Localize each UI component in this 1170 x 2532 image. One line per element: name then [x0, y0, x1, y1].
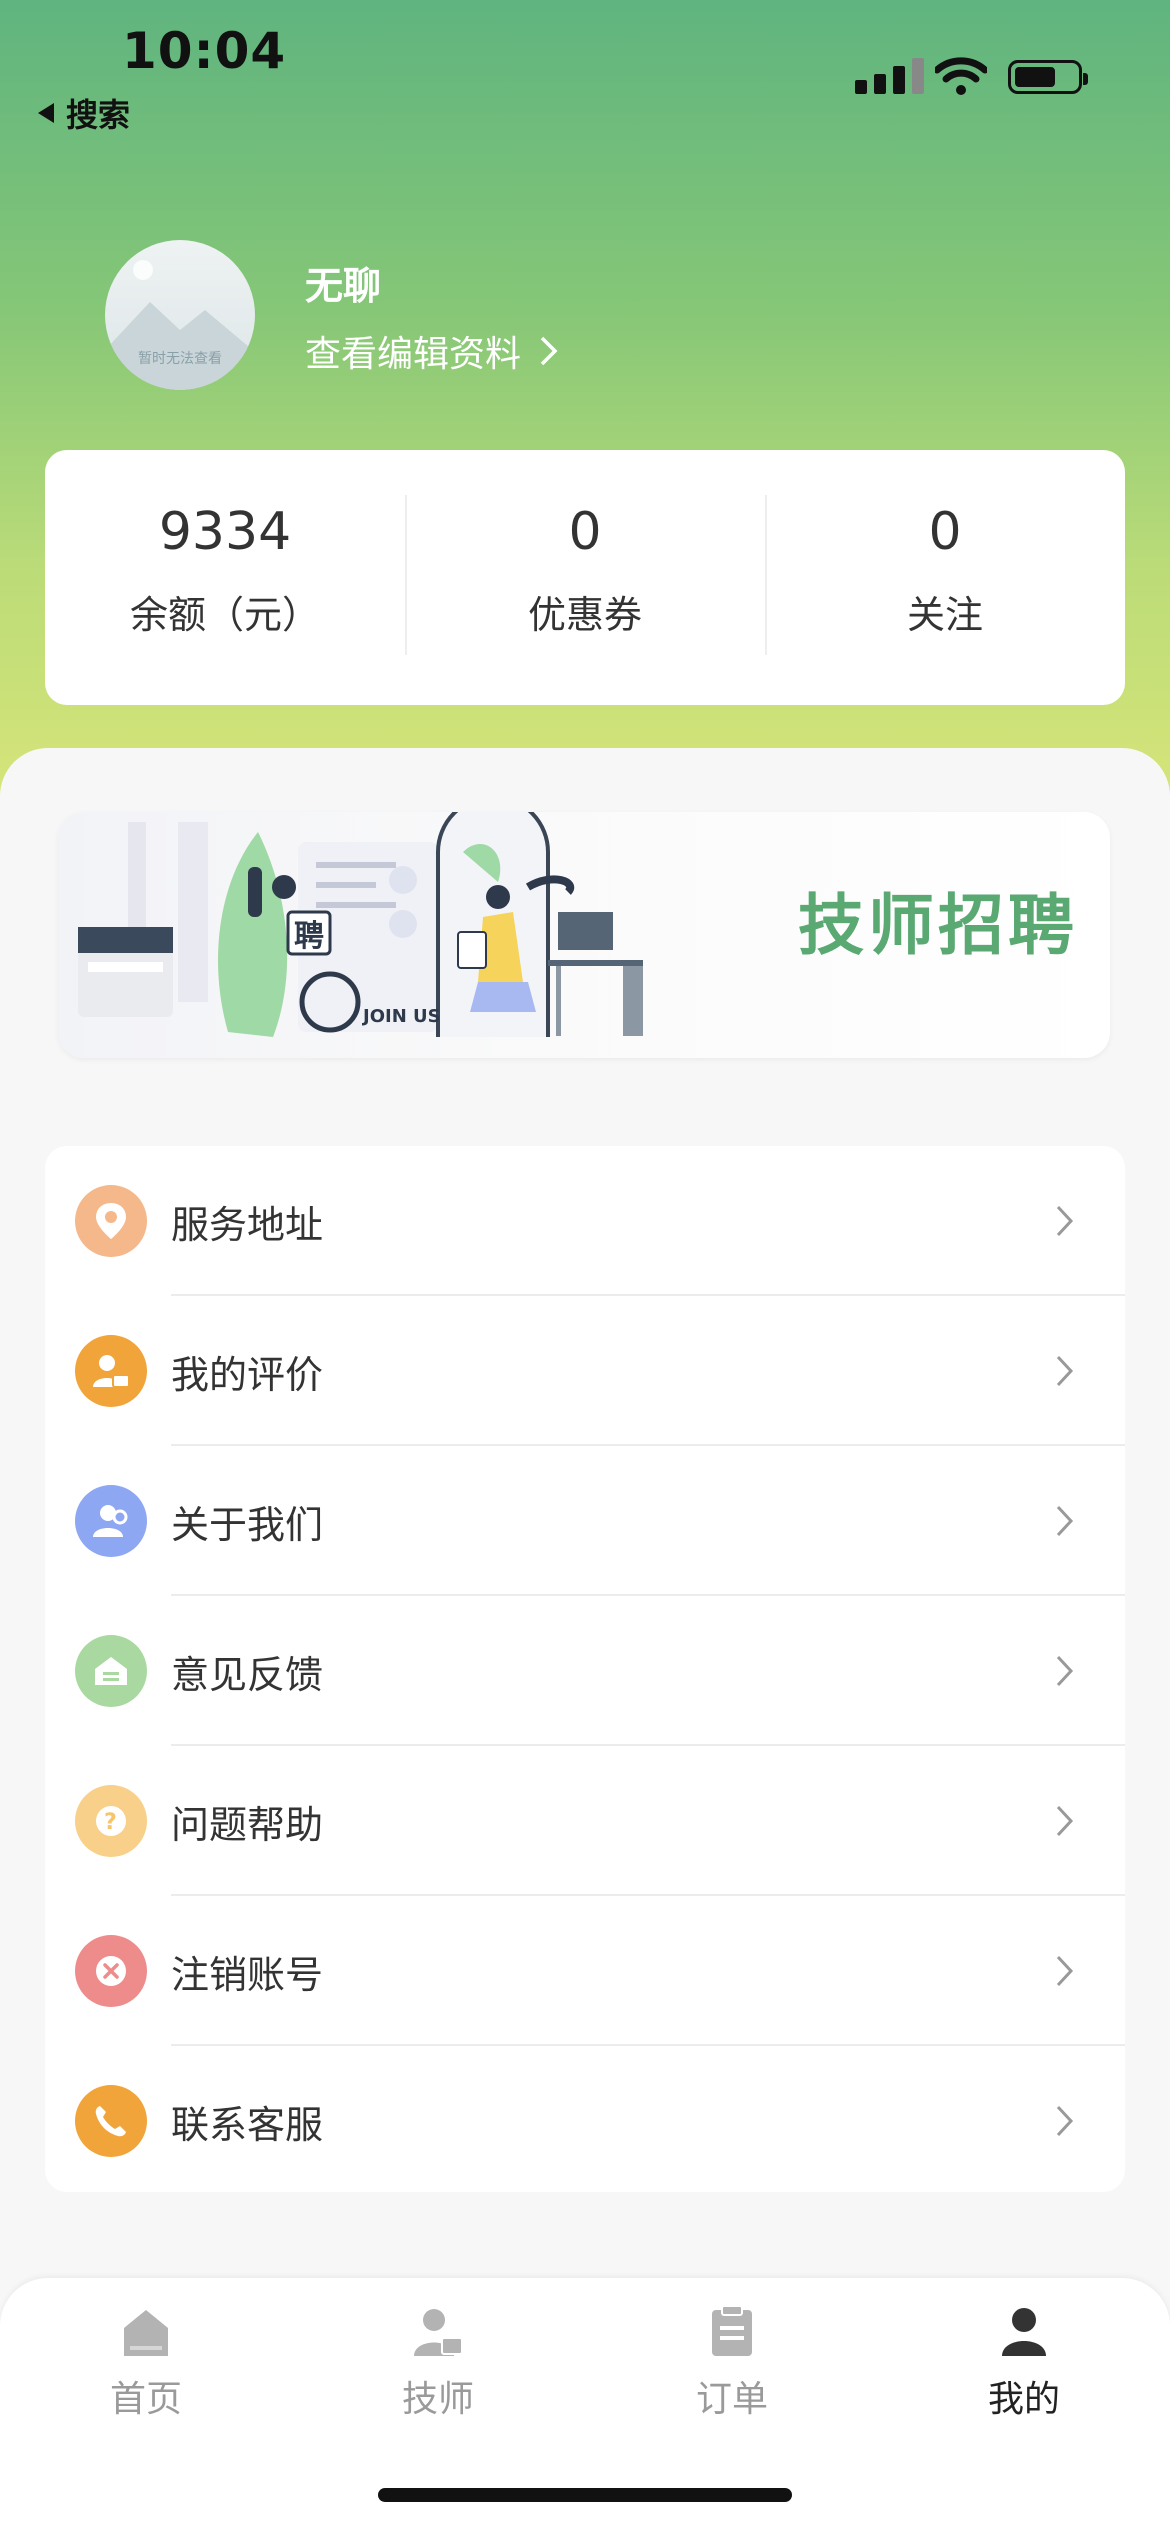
menu-item-delete-account[interactable]: 注销账号 — [45, 1896, 1125, 2046]
menu-item-about-us[interactable]: 关于我们 — [45, 1446, 1125, 1596]
chevron-right-icon — [1056, 1655, 1074, 1687]
back-label: 搜索 — [66, 96, 131, 134]
home-icon — [66, 2298, 226, 2358]
menu-item-label: 关于我们 — [171, 1502, 324, 1547]
tab-technician[interactable]: 技师 — [358, 2298, 518, 2422]
avatar-caption: 暂时无法查看 — [138, 351, 222, 367]
menu-item-label: 服务地址 — [171, 1202, 324, 1247]
cellular-signal-icon — [855, 58, 924, 94]
users-icon — [75, 1485, 147, 1557]
chevron-right-icon — [1056, 1355, 1074, 1387]
chevron-right-icon — [1056, 2105, 1074, 2137]
chevron-right-icon — [1056, 1205, 1074, 1237]
menu-item-label: 注销账号 — [171, 1952, 324, 1997]
menu-item-label: 我的评价 — [171, 1352, 324, 1397]
stat-value: 0 — [928, 502, 962, 562]
tab-label: 我的 — [987, 2379, 1060, 2420]
menu-item-my-reviews[interactable]: 我的评价 — [45, 1296, 1125, 1446]
chevron-right-icon — [1056, 1805, 1074, 1837]
recruitment-banner[interactable]: 聘 JOIN US 技师招聘 — [58, 812, 1110, 1058]
menu-item-label: 意见反馈 — [171, 1652, 324, 1697]
chevron-right-icon — [1056, 1955, 1074, 1987]
stat-balance[interactable]: 9334 余额（元） — [45, 450, 405, 705]
wifi-icon — [935, 57, 987, 95]
avatar[interactable]: 暂时无法查看 — [105, 240, 255, 390]
question-icon: ? — [75, 1785, 147, 1857]
technician-icon — [358, 2298, 518, 2358]
tab-label: 技师 — [401, 2379, 474, 2420]
menu-item-feedback[interactable]: 意见反馈 — [45, 1596, 1125, 1746]
svg-text:?: ? — [104, 1810, 117, 1835]
stat-label: 余额（元） — [129, 593, 320, 637]
tab-label: 首页 — [109, 2379, 182, 2420]
phone-icon — [75, 2085, 147, 2157]
banner-title: 技师招聘 — [798, 887, 1078, 964]
person-icon — [944, 2298, 1104, 2358]
stat-coupons[interactable]: 0 优惠券 — [405, 450, 765, 705]
tab-home[interactable]: 首页 — [66, 2298, 226, 2422]
status-time: 10:04 — [122, 22, 287, 80]
settings-menu: 服务地址 我的评价 关于我们 意见反馈 ? 问题帮助 注销账号 联系客服 — [45, 1146, 1125, 2192]
menu-item-contact-support[interactable]: 联系客服 — [45, 2046, 1125, 2196]
close-circle-icon — [75, 1935, 147, 2007]
username: 无聊 — [305, 264, 382, 308]
stats-card: 9334 余额（元） 0 优惠券 0 关注 — [45, 450, 1125, 705]
home-indicator[interactable] — [378, 2488, 792, 2502]
menu-item-label: 问题帮助 — [171, 1802, 324, 1847]
menu-item-help[interactable]: ? 问题帮助 — [45, 1746, 1125, 1896]
clipboard-icon — [652, 2298, 812, 2358]
edit-profile-link[interactable]: 查看编辑资料 — [305, 325, 559, 377]
edit-profile-label: 查看编辑资料 — [305, 334, 522, 375]
location-pin-icon — [75, 1185, 147, 1257]
stat-following[interactable]: 0 关注 — [765, 450, 1125, 705]
menu-item-service-address[interactable]: 服务地址 — [45, 1146, 1125, 1296]
menu-item-label: 联系客服 — [171, 2102, 324, 2147]
stat-value: 0 — [568, 502, 602, 562]
stat-label: 优惠券 — [527, 593, 642, 637]
tab-mine[interactable]: 我的 — [944, 2298, 1104, 2422]
tab-label: 订单 — [695, 2379, 768, 2420]
chevron-right-icon — [540, 336, 558, 366]
back-to-search-button[interactable]: 搜索 — [38, 90, 130, 136]
recruitment-illustration: 聘 JOIN US — [78, 812, 643, 1037]
hire-character: 聘 — [294, 919, 324, 954]
stat-label: 关注 — [906, 593, 983, 637]
join-us-text: JOIN US — [361, 1006, 441, 1027]
tab-orders[interactable]: 订单 — [652, 2298, 812, 2422]
feedback-house-icon — [75, 1635, 147, 1707]
chevron-right-icon — [1056, 1505, 1074, 1537]
user-review-icon — [75, 1335, 147, 1407]
battery-icon — [1008, 60, 1088, 94]
stat-value: 9334 — [158, 502, 292, 562]
back-arrow-icon — [38, 103, 54, 123]
